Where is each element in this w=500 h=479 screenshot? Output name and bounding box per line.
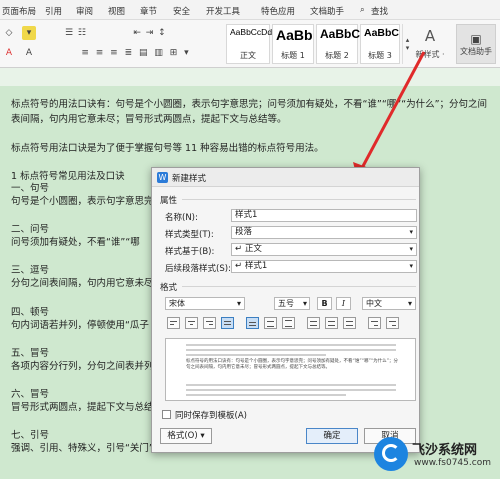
font-select[interactable]: 宋体 ▾	[165, 297, 245, 310]
section-format: 格式	[160, 283, 178, 293]
dropdown-icon: ▾	[407, 299, 412, 308]
dropdown-icon: ▾	[409, 228, 413, 236]
name-field[interactable]: 样式1	[231, 209, 417, 222]
space-after-icon[interactable]	[325, 317, 338, 329]
new-style-dialog: W 新建样式 属性 名称(N): 样式1 样式类型(T): 段落 ▾ 样式基于(B…	[151, 167, 420, 453]
sync-template-checkbox[interactable]	[162, 410, 171, 419]
divider	[182, 286, 416, 287]
align-center-icon[interactable]	[185, 317, 198, 329]
watermark-brand: 飞沙系统网	[412, 443, 478, 458]
section-properties: 属性	[160, 196, 178, 206]
dropdown-icon: ▾	[236, 299, 241, 308]
align-right-icon[interactable]	[203, 317, 216, 329]
size-select[interactable]: 五号 ▾	[274, 297, 310, 310]
preview-line	[186, 384, 396, 386]
format-button[interactable]: 格式(O) ▾	[160, 428, 212, 444]
brand-logo-icon	[374, 437, 408, 471]
divider	[182, 199, 416, 200]
preview-line	[186, 344, 396, 346]
next-style-select[interactable]: ↵ 样式1 ▾	[231, 260, 417, 273]
style-type-label: 样式类型(T):	[165, 230, 214, 240]
spacing-icon[interactable]	[343, 317, 356, 329]
dropdown-icon: ▾	[409, 262, 413, 270]
name-label: 名称(N):	[165, 213, 198, 223]
watermark-url: www.fs0745.com	[414, 458, 491, 468]
align-left-icon[interactable]	[167, 317, 180, 329]
language-select[interactable]: 中文 ▾	[362, 297, 416, 310]
style-preview: 标点符号的用法口诀有：句号是个小圆圈，表示句字意思完；问号须加有疑处，不看“谁”…	[165, 338, 416, 401]
preview-text: 标点符号的用法口诀有：句号是个小圆圈，表示句字意思完；问号须加有疑处，不看“谁”…	[186, 359, 398, 370]
align-justify-icon[interactable]	[221, 317, 234, 329]
based-on-select[interactable]: ↵ 正文 ▾	[231, 243, 417, 256]
dialog-title: 新建样式	[172, 174, 207, 184]
space-before-icon[interactable]	[307, 317, 320, 329]
line-spacing-single-icon[interactable]	[246, 317, 259, 329]
preview-line	[186, 394, 346, 396]
dialog-title-bar: W 新建样式	[152, 168, 419, 187]
watermark: 飞沙系统网 www.fs0745.com	[374, 435, 494, 475]
wps-icon: W	[157, 172, 168, 183]
based-on-label: 样式基于(B):	[165, 247, 215, 257]
italic-button[interactable]: I	[336, 297, 351, 310]
bold-button[interactable]: B	[317, 297, 332, 310]
ok-button[interactable]: 确定	[306, 428, 358, 444]
preview-line	[186, 349, 396, 351]
sync-template-label: 同时保存到模板(A)	[175, 411, 247, 421]
increase-indent-icon[interactable]	[386, 317, 399, 329]
dropdown-icon: ▾	[409, 245, 413, 253]
style-type-select[interactable]: 段落 ▾	[231, 226, 417, 239]
preview-line	[186, 389, 396, 391]
dropdown-icon: ▾	[302, 299, 307, 308]
line-spacing-1-5-icon[interactable]	[264, 317, 277, 329]
decrease-indent-icon[interactable]	[368, 317, 381, 329]
line-spacing-double-icon[interactable]	[282, 317, 295, 329]
next-style-label: 后续段落样式(S):	[165, 264, 231, 274]
preview-line	[186, 354, 326, 356]
